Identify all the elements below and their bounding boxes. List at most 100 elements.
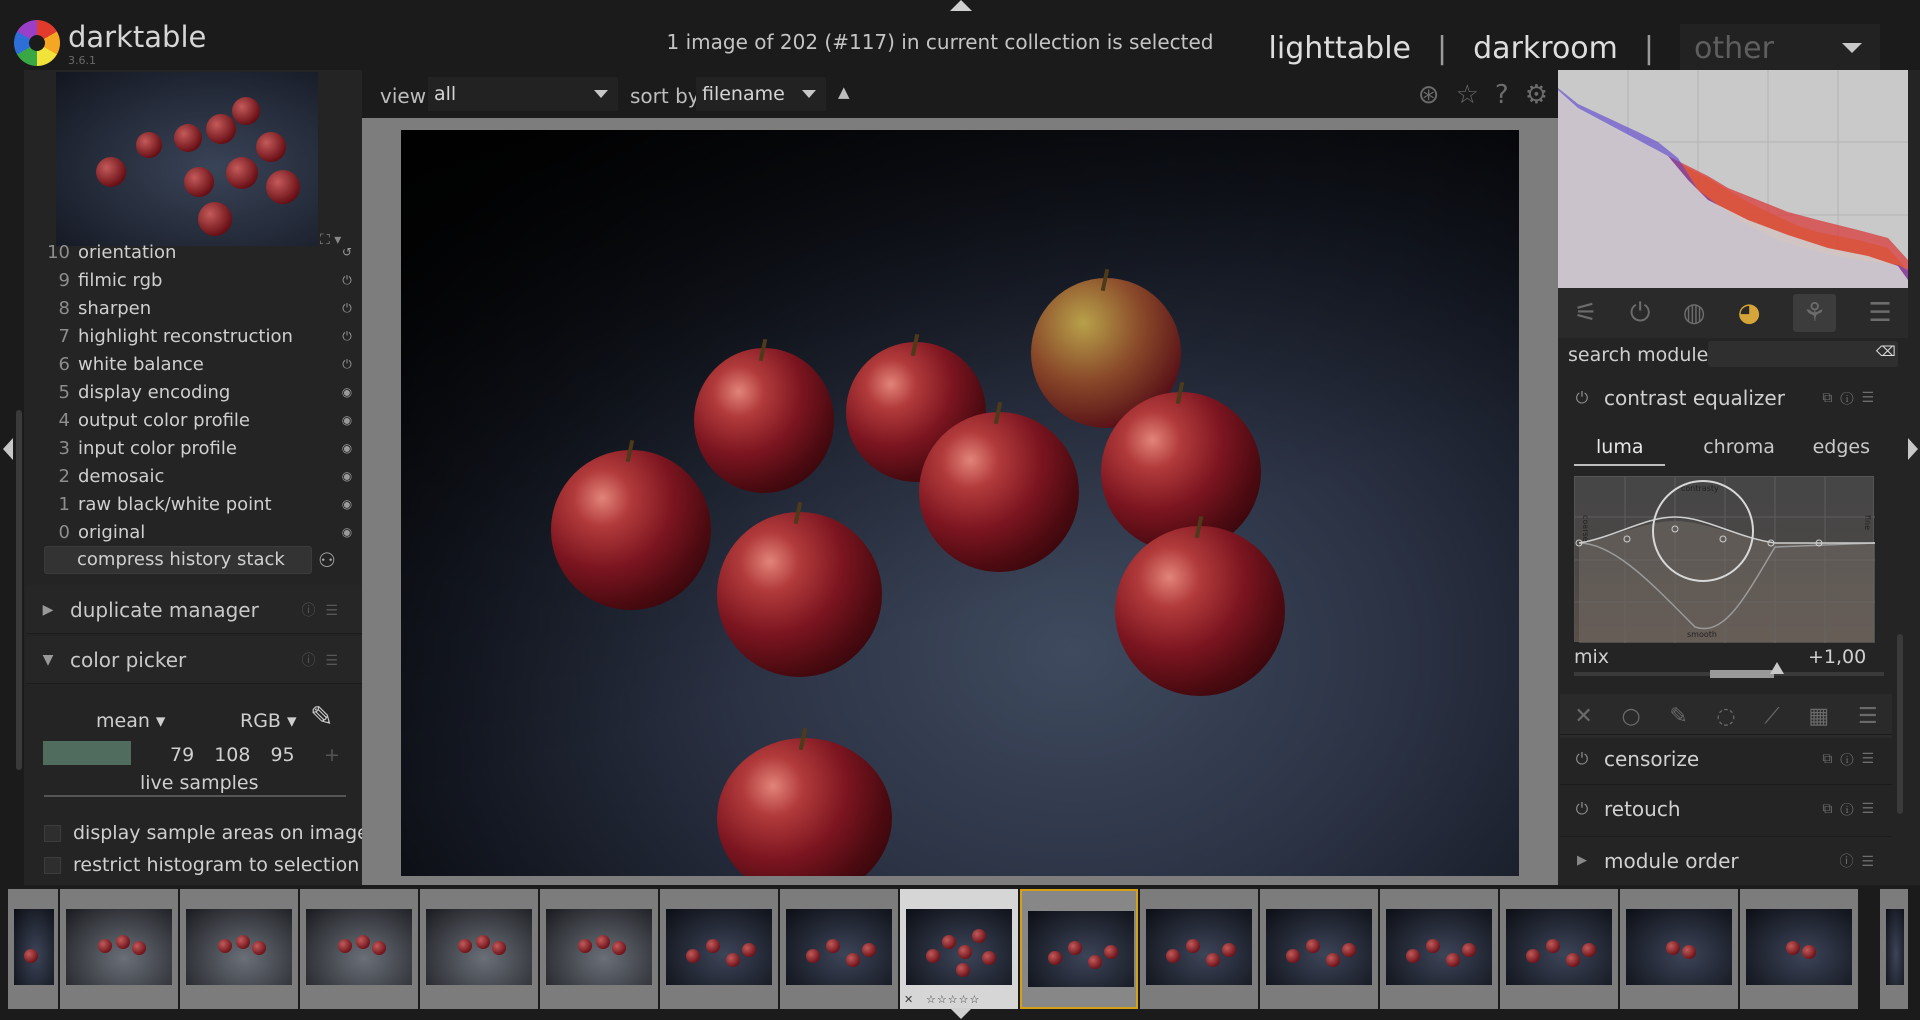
- filmstrip-thumb[interactable]: [540, 889, 658, 1009]
- main-image[interactable]: [401, 130, 1519, 876]
- filmstrip-thumb[interactable]: [780, 889, 898, 1009]
- module-menu-icon[interactable]: ⓘ☰: [301, 600, 348, 620]
- module-actions-icon[interactable]: ⧉ⓘ☰: [1822, 390, 1882, 406]
- grouping-icon[interactable]: ⊛: [1418, 80, 1440, 110]
- filmstrip-thumb[interactable]: [1740, 889, 1858, 1009]
- contrast-equalizer-label: contrast equalizer: [1604, 386, 1785, 410]
- view-darkroom[interactable]: darkroom: [1473, 31, 1618, 66]
- filmstrip-thumb-selected[interactable]: ✕ ☆☆☆☆☆: [900, 889, 1018, 1009]
- filmstrip-thumb[interactable]: [660, 889, 778, 1009]
- view-label: view: [380, 84, 427, 108]
- blend-menu-icon[interactable]: ☰: [1858, 704, 1878, 729]
- parametric-mask-icon[interactable]: ◌: [1716, 704, 1735, 729]
- mix-slider[interactable]: [1574, 662, 1884, 678]
- display-sample-areas-checkbox[interactable]: display sample areas on image: [44, 822, 369, 844]
- filmstrip-thumb[interactable]: [300, 889, 418, 1009]
- view-filter-select[interactable]: all: [428, 77, 618, 111]
- module-actions-icon[interactable]: ⧉ⓘ☰: [1822, 751, 1882, 767]
- compress-options-icon[interactable]: ⚇: [318, 548, 336, 572]
- retouch-header[interactable]: ⏻ retouch ⧉ⓘ☰: [1560, 784, 1892, 832]
- picker-mode-select[interactable]: mean ▾: [96, 710, 165, 732]
- module-order-label: module order: [1604, 848, 1739, 873]
- filmstrip-thumb[interactable]: [8, 889, 58, 1009]
- technical-group-icon[interactable]: ◍: [1683, 298, 1706, 328]
- compress-history-button[interactable]: compress history stack: [44, 546, 312, 574]
- history-item[interactable]: 0 original ◉: [40, 518, 355, 546]
- drawn-parametric-mask-icon[interactable]: ⟋: [1764, 704, 1779, 729]
- rating-stars[interactable]: ☆☆☆☆☆: [926, 993, 980, 1006]
- histogram[interactable]: [1558, 70, 1908, 288]
- gear-icon[interactable]: ⚙: [1525, 80, 1548, 110]
- navigation-thumbnail[interactable]: [56, 72, 318, 246]
- power-icon[interactable]: ⏻: [1560, 799, 1604, 819]
- drawn-mask-icon[interactable]: ✎: [1669, 704, 1687, 729]
- tab-chroma[interactable]: chroma: [1703, 436, 1775, 466]
- duplicate-manager-header[interactable]: ▶ duplicate manager ⓘ☰: [26, 586, 362, 634]
- mask-off-icon[interactable]: ✕: [1574, 704, 1592, 729]
- left-scrollbar[interactable]: [16, 410, 22, 770]
- module-actions-icon[interactable]: ⧉ⓘ☰: [1822, 801, 1882, 817]
- clear-search-icon[interactable]: ⌫: [1876, 344, 1896, 360]
- picker-values: 79 108 95: [170, 744, 295, 766]
- add-sample-icon[interactable]: +: [324, 744, 340, 766]
- power-icon[interactable]: ⏻: [1560, 388, 1604, 408]
- right-panel-toggle-icon[interactable]: [1908, 438, 1918, 460]
- equalizer-curve[interactable]: contrasty smooth coarse fine: [1574, 476, 1876, 643]
- module-group-tabs: ⚟ ⏻ ◍ ◕ ⚘ ☰: [1558, 288, 1908, 338]
- history-item[interactable]: 10 orientation ↺: [40, 238, 355, 266]
- filmstrip-thumb[interactable]: [180, 889, 298, 1009]
- quick-access-icon[interactable]: ⚟: [1574, 298, 1597, 328]
- view-other-dropdown[interactable]: other: [1680, 24, 1880, 72]
- power-icon[interactable]: ⏻: [1560, 749, 1604, 769]
- picker-colorspace-select[interactable]: RGB ▾: [240, 710, 297, 732]
- help-icon[interactable]: ?: [1495, 80, 1509, 110]
- presets-menu-icon[interactable]: ☰: [1868, 298, 1891, 328]
- view-lighttable[interactable]: lighttable: [1269, 31, 1411, 66]
- color-group-icon[interactable]: ◕: [1738, 298, 1761, 328]
- history-item[interactable]: 1 raw black/white point ◉: [40, 490, 355, 518]
- censorize-header[interactable]: ⏻ censorize ⧉ⓘ☰: [1560, 734, 1892, 782]
- uniform-mask-icon[interactable]: ○: [1621, 704, 1640, 729]
- filmstrip-thumb[interactable]: [1500, 889, 1618, 1009]
- history-item[interactable]: 7 highlight reconstruction ⏻: [40, 322, 355, 350]
- search-module-input[interactable]: [1708, 341, 1898, 367]
- color-picker-header[interactable]: ▼ color picker ⓘ☰: [26, 636, 362, 684]
- filmstrip-thumb[interactable]: [420, 889, 538, 1009]
- module-order-header[interactable]: ▶ module order ⓘ☰: [1560, 836, 1892, 884]
- bottom-panel-toggle-icon[interactable]: [950, 1008, 972, 1019]
- active-modules-icon[interactable]: ⏻: [1630, 298, 1651, 329]
- reject-icon[interactable]: ✕: [904, 993, 913, 1006]
- right-scrollbar[interactable]: [1897, 634, 1903, 814]
- restrict-histogram-checkbox[interactable]: restrict histogram to selection: [44, 854, 359, 876]
- history-item[interactable]: 4 output color profile ◉: [40, 406, 355, 434]
- filmstrip-thumb-hover[interactable]: [1020, 889, 1138, 1009]
- tab-edges[interactable]: edges: [1813, 436, 1870, 466]
- tab-luma[interactable]: luma: [1574, 436, 1666, 466]
- filmstrip-thumb[interactable]: [1880, 889, 1908, 1009]
- top-panel-toggle-icon[interactable]: [950, 0, 972, 11]
- color-picker-icon[interactable]: ✎: [310, 700, 333, 733]
- sort-select[interactable]: filename: [696, 77, 826, 111]
- history-item[interactable]: 5 display encoding ◉: [40, 378, 355, 406]
- filmstrip-thumb[interactable]: [1260, 889, 1378, 1009]
- history-item[interactable]: 2 demosaic ◉: [40, 462, 355, 490]
- value-r: 79: [170, 744, 195, 766]
- star-icon[interactable]: ☆: [1456, 80, 1479, 110]
- filmstrip-thumb[interactable]: [1140, 889, 1258, 1009]
- history-item[interactable]: 6 white balance ⏻: [40, 350, 355, 378]
- filmstrip-thumb[interactable]: [1620, 889, 1738, 1009]
- filmstrip-thumb[interactable]: [1380, 889, 1498, 1009]
- slider-knob[interactable]: [1770, 662, 1784, 674]
- module-actions-icon[interactable]: ⓘ☰: [1839, 851, 1882, 871]
- color-picker-label: color picker: [70, 647, 187, 672]
- history-item[interactable]: 9 filmic rgb ⏻: [40, 266, 355, 294]
- raster-mask-icon[interactable]: ▦: [1808, 704, 1829, 729]
- filmstrip-thumb[interactable]: [60, 889, 178, 1009]
- left-panel-toggle-icon[interactable]: [3, 438, 13, 460]
- effects-group-icon[interactable]: ⚘: [1792, 294, 1837, 332]
- sort-direction-icon[interactable]: ▲: [838, 83, 850, 101]
- history-item[interactable]: 3 input color profile ◉: [40, 434, 355, 462]
- contrast-equalizer-header[interactable]: ⏻ contrast equalizer ⧉ⓘ☰: [1560, 374, 1892, 422]
- history-item[interactable]: 8 sharpen ⏻: [40, 294, 355, 322]
- module-menu-icon[interactable]: ⓘ☰: [301, 650, 348, 670]
